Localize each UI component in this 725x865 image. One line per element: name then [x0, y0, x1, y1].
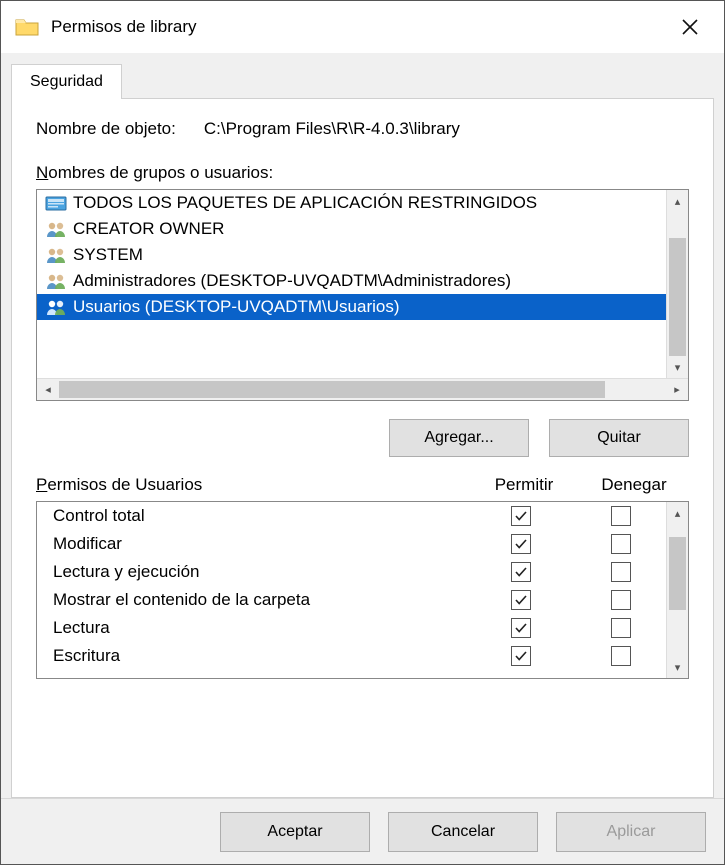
group-label: Administradores (DESKTOP-UVQADTM\Adminis…	[73, 271, 511, 291]
users-icon	[45, 246, 67, 264]
permission-row: Control total	[37, 502, 666, 530]
titlebar: Permisos de library	[1, 1, 724, 53]
group-buttons-row: Agregar... Quitar	[36, 419, 689, 457]
scroll-up-icon[interactable]: ▴	[667, 502, 688, 524]
scroll-right-icon[interactable]: ▸	[666, 379, 688, 400]
deny-checkbox[interactable]	[611, 646, 631, 666]
tab-security[interactable]: Seguridad	[11, 64, 122, 99]
object-name-label: Nombre de objeto:	[36, 119, 176, 139]
group-row[interactable]: SYSTEM	[37, 242, 666, 268]
permissions-vertical-scrollbar[interactable]: ▴ ▾	[666, 502, 688, 678]
group-label: TODOS LOS PAQUETES DE APLICACIÓN RESTRIN…	[73, 193, 537, 213]
group-row[interactable]: Usuarios (DESKTOP-UVQADTM\Usuarios)	[37, 294, 666, 320]
groups-horizontal-scrollbar[interactable]: ◂ ▸	[37, 378, 688, 400]
allow-column-label: Permitir	[469, 475, 579, 495]
permission-row: Lectura	[37, 614, 666, 642]
group-row[interactable]: TODOS LOS PAQUETES DE APLICACIÓN RESTRIN…	[37, 190, 666, 216]
permission-row: Lectura y ejecución	[37, 558, 666, 586]
permissions-listbox: Control total Modificar Lectura y ejecució…	[36, 501, 689, 679]
deny-checkbox[interactable]	[611, 534, 631, 554]
permissions-header: Permisos de Usuarios Permitir Denegar	[36, 475, 689, 495]
group-label: Usuarios (DESKTOP-UVQADTM\Usuarios)	[73, 297, 400, 317]
deny-checkbox[interactable]	[611, 562, 631, 582]
group-row[interactable]: Administradores (DESKTOP-UVQADTM\Adminis…	[37, 268, 666, 294]
groups-vertical-scrollbar[interactable]: ▴ ▾	[666, 190, 688, 378]
permission-row: Modificar	[37, 530, 666, 558]
allow-checkbox[interactable]	[511, 590, 531, 610]
ok-button[interactable]: Aceptar	[220, 812, 370, 852]
groups-label: Nombres de grupos o usuarios:	[36, 163, 689, 183]
group-row[interactable]: CREATOR OWNER	[37, 216, 666, 242]
apply-button[interactable]: Aplicar	[556, 812, 706, 852]
add-button[interactable]: Agregar...	[389, 419, 529, 457]
permission-row: Mostrar el contenido de la carpeta	[37, 586, 666, 614]
deny-checkbox[interactable]	[611, 590, 631, 610]
cancel-button[interactable]: Cancelar	[388, 812, 538, 852]
users-icon	[45, 220, 67, 238]
allow-checkbox[interactable]	[511, 534, 531, 554]
groups-listbox[interactable]: TODOS LOS PAQUETES DE APLICACIÓN RESTRIN…	[36, 189, 689, 401]
close-button[interactable]	[670, 7, 710, 47]
scroll-up-icon[interactable]: ▴	[667, 190, 688, 212]
tab-strip: Seguridad	[11, 64, 714, 99]
scroll-down-icon[interactable]: ▾	[667, 656, 688, 678]
permission-name: Escritura	[53, 646, 466, 666]
permissions-for-label: Permisos de Usuarios	[36, 475, 469, 495]
window-title: Permisos de library	[51, 17, 670, 37]
package-icon	[45, 194, 67, 212]
permission-name: Control total	[53, 506, 466, 526]
group-label: CREATOR OWNER	[73, 219, 224, 239]
users-icon	[45, 272, 67, 290]
deny-checkbox[interactable]	[611, 618, 631, 638]
allow-checkbox[interactable]	[511, 646, 531, 666]
permission-name: Modificar	[53, 534, 466, 554]
allow-checkbox[interactable]	[511, 618, 531, 638]
permission-name: Mostrar el contenido de la carpeta	[53, 590, 466, 610]
group-label: SYSTEM	[73, 245, 143, 265]
object-name-value: C:\Program Files\R\R-4.0.3\library	[204, 119, 460, 139]
scroll-down-icon[interactable]: ▾	[667, 356, 688, 378]
allow-checkbox[interactable]	[511, 562, 531, 582]
permission-name: Lectura y ejecución	[53, 562, 466, 582]
permissions-dialog: Permisos de library Seguridad Nombre de …	[0, 0, 725, 865]
folder-icon	[15, 17, 39, 37]
tab-panel: Nombre de objeto: C:\Program Files\R\R-4…	[11, 98, 714, 798]
dialog-footer: Aceptar Cancelar Aplicar	[1, 798, 724, 864]
object-name-row: Nombre de objeto: C:\Program Files\R\R-4…	[36, 119, 689, 139]
content-area: Seguridad Nombre de objeto: C:\Program F…	[1, 53, 724, 798]
deny-column-label: Denegar	[579, 475, 689, 495]
deny-checkbox[interactable]	[611, 506, 631, 526]
remove-button[interactable]: Quitar	[549, 419, 689, 457]
allow-checkbox[interactable]	[511, 506, 531, 526]
users-icon	[45, 298, 67, 316]
permission-name: Lectura	[53, 618, 466, 638]
scroll-left-icon[interactable]: ◂	[37, 379, 59, 400]
permission-row: Escritura	[37, 642, 666, 670]
